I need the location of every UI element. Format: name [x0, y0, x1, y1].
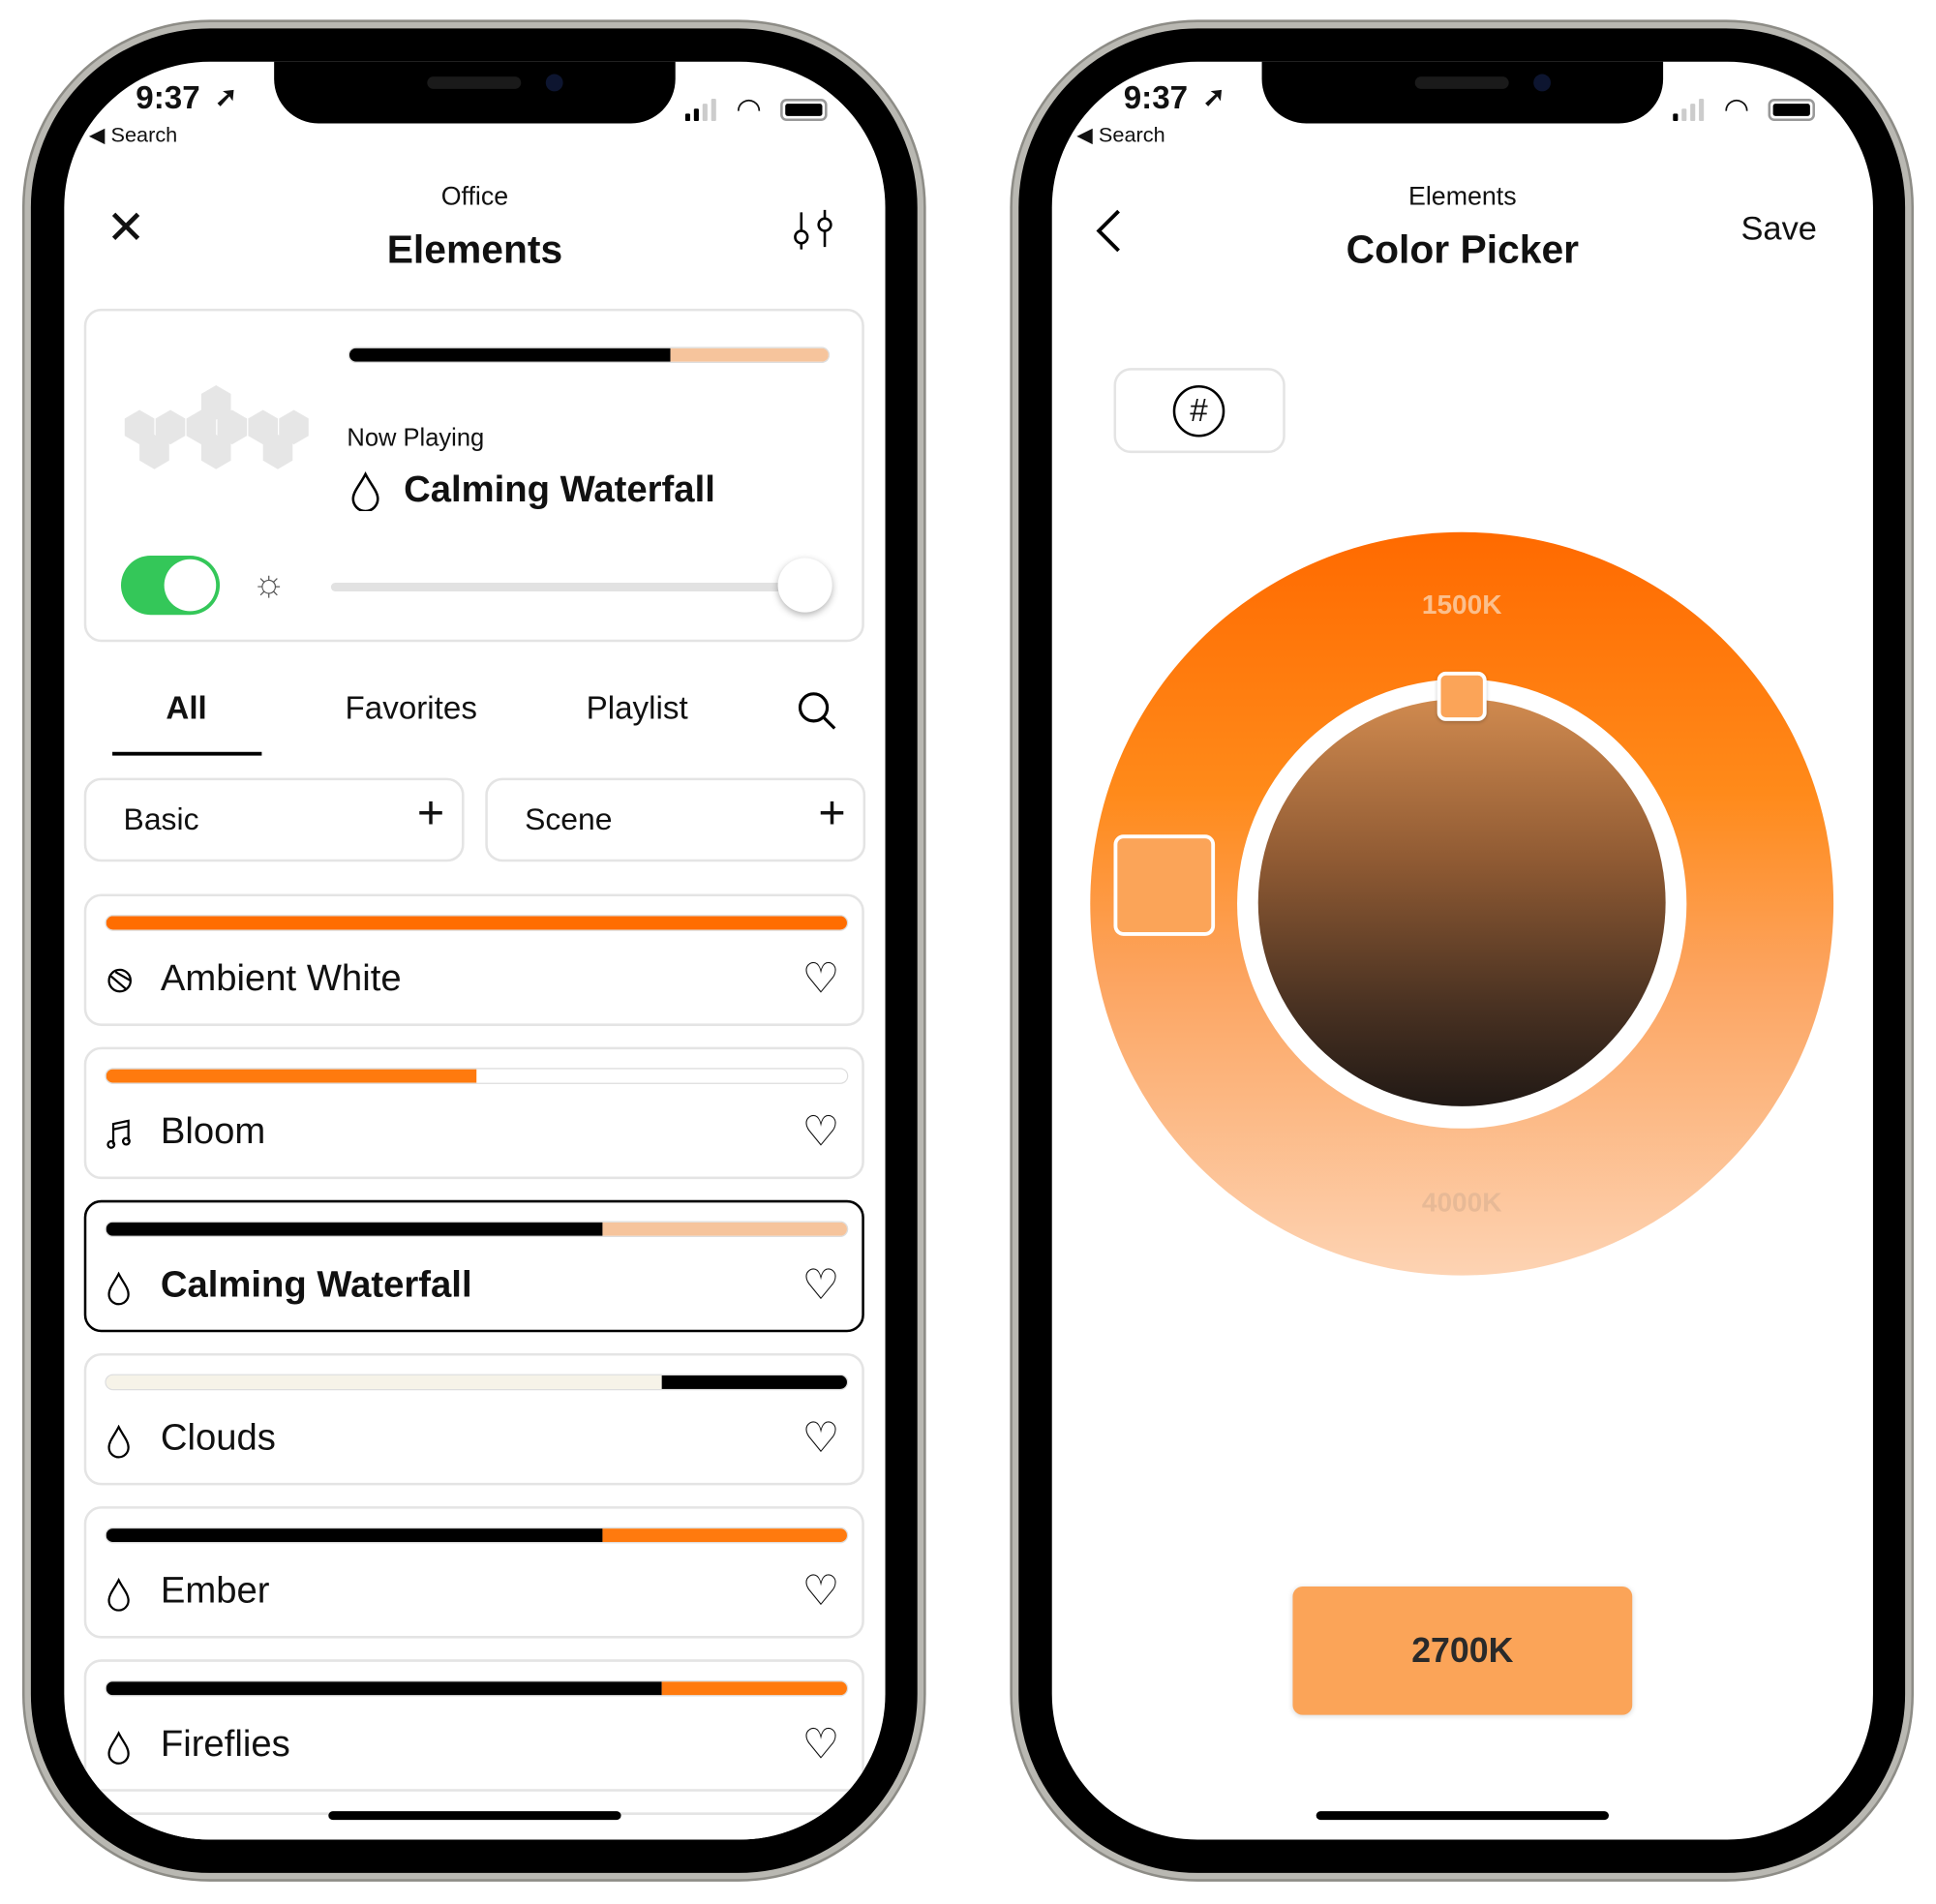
scene-card[interactable]: Clouds ♡ [83, 1352, 864, 1486]
palette-segment [670, 348, 829, 362]
favorite-heart-icon[interactable]: ♡ [802, 958, 839, 1000]
back-to-search-link[interactable]: ◀ Search [89, 124, 177, 149]
color-preview-circle [1257, 698, 1666, 1106]
temperature-value-button[interactable]: 2700K [1292, 1587, 1633, 1715]
scene-palette-bar [106, 1375, 847, 1389]
home-indicator [328, 1811, 621, 1821]
scene-name: Ambient White [160, 957, 402, 999]
plus-icon: + [818, 787, 846, 840]
wheel-label-1500k: 1500K [1421, 589, 1502, 620]
palette-segment [106, 1375, 662, 1389]
favorite-heart-icon[interactable]: ♡ [802, 1111, 839, 1153]
battery-icon [1768, 99, 1815, 121]
palette-segment [661, 1681, 847, 1696]
parent-subtitle: Elements [1407, 182, 1517, 212]
status-time: 9:37 [1123, 78, 1189, 116]
plus-icon: + [416, 787, 445, 840]
scene-name: Ember [160, 1570, 270, 1612]
hex-input-button[interactable]: # [1113, 368, 1286, 454]
active-tab-underline [112, 751, 262, 756]
scene-card[interactable]: Ember ♡ [83, 1506, 864, 1639]
palette-segment [348, 348, 671, 362]
notch [1261, 61, 1664, 124]
scene-card[interactable]: Ambient White ♡ [83, 893, 864, 1026]
tab-favorites[interactable]: Favorites [313, 689, 510, 728]
palette-segment [602, 1222, 847, 1236]
scene-name: Fireflies [160, 1723, 290, 1765]
palette-segment [476, 1069, 847, 1083]
power-toggle[interactable] [120, 555, 221, 616]
light-panels-image [124, 384, 309, 469]
battery-icon [780, 99, 828, 121]
palette-segment [106, 916, 847, 930]
now-playing-card: Now Playing Calming Waterfall ☼ [83, 308, 864, 643]
now-playing-title: Calming Waterfall [404, 468, 715, 510]
room-subtitle: Office [440, 182, 509, 212]
scene-card[interactable]: Fireflies ♡ [83, 1659, 864, 1792]
brightness-slider[interactable] [330, 583, 813, 591]
status-time: 9:37 [136, 78, 200, 116]
favorite-heart-icon[interactable]: ♡ [802, 1570, 839, 1612]
wheel-label-4000k: 4000K [1421, 1186, 1502, 1218]
wifi-icon: ◠ [736, 92, 762, 127]
music-note-icon [106, 1119, 131, 1149]
palette-segment [106, 1069, 477, 1083]
add-basic-button[interactable]: Basic + [83, 777, 465, 862]
scene-palette-bar [106, 1222, 847, 1236]
scene-palette-bar [106, 916, 847, 930]
signal-icon [1673, 99, 1705, 121]
drop-icon [107, 1578, 130, 1612]
palette-segment [106, 1681, 662, 1696]
drop-icon [351, 471, 379, 512]
scene-name: Bloom [160, 1110, 266, 1153]
hash-icon: # [1172, 384, 1225, 438]
drop-icon [107, 1271, 130, 1306]
palette-segment [106, 1528, 603, 1543]
home-indicator [1316, 1811, 1609, 1821]
brightness-slider-thumb[interactable] [777, 558, 832, 613]
add-scene-label: Scene [525, 802, 613, 837]
color-picker-screen: 9:37 ➚ ◀ Search ◠ Elements Color Picker … [1051, 61, 1873, 1840]
tab-all[interactable]: All [112, 689, 260, 728]
scene-palette-bar [106, 1681, 847, 1696]
temperature-handle[interactable] [1437, 671, 1487, 721]
scene-palette-bar [106, 1069, 847, 1083]
favorite-heart-icon[interactable]: ♡ [802, 1417, 839, 1459]
back-to-search-link[interactable]: ◀ Search [1076, 124, 1165, 149]
page-title: Elements [386, 227, 563, 272]
location-arrow-icon: ➚ [1202, 81, 1225, 113]
scene-name: Calming Waterfall [160, 1264, 472, 1306]
tab-playlist[interactable]: Playlist [551, 689, 724, 728]
ambient-icon [107, 968, 133, 993]
palette-segment [602, 1528, 847, 1543]
drop-icon [107, 1424, 130, 1459]
notch [274, 61, 676, 124]
now-playing-label: Now Playing [347, 424, 485, 452]
wifi-icon: ◠ [1723, 92, 1750, 127]
add-scene-button[interactable]: Scene + [485, 777, 866, 862]
palette-segment [661, 1375, 847, 1389]
palette-segment [106, 1222, 603, 1236]
scene-card[interactable]: Bloom ♡ [83, 1046, 864, 1180]
search-icon[interactable] [795, 689, 839, 734]
favorite-heart-icon[interactable]: ♡ [802, 1264, 839, 1306]
selected-color-swatch[interactable] [1113, 834, 1216, 936]
scene-card[interactable]: Calming Waterfall ♡ [83, 1199, 864, 1333]
now-playing-palette-bar [348, 348, 829, 362]
add-basic-label: Basic [123, 802, 199, 837]
location-arrow-icon: ➚ [214, 81, 238, 113]
scene-name: Clouds [160, 1417, 276, 1459]
signal-icon [684, 99, 716, 121]
save-button[interactable]: Save [1740, 210, 1817, 249]
scene-palette-bar [106, 1528, 847, 1543]
elements-screen: 9:37 ➚ ◀ Search ◠ ✕ Office Elements Now … [64, 61, 886, 1840]
brightness-icon: ☼ [252, 562, 287, 604]
favorite-heart-icon[interactable]: ♡ [802, 1724, 839, 1766]
drop-icon [107, 1731, 130, 1765]
